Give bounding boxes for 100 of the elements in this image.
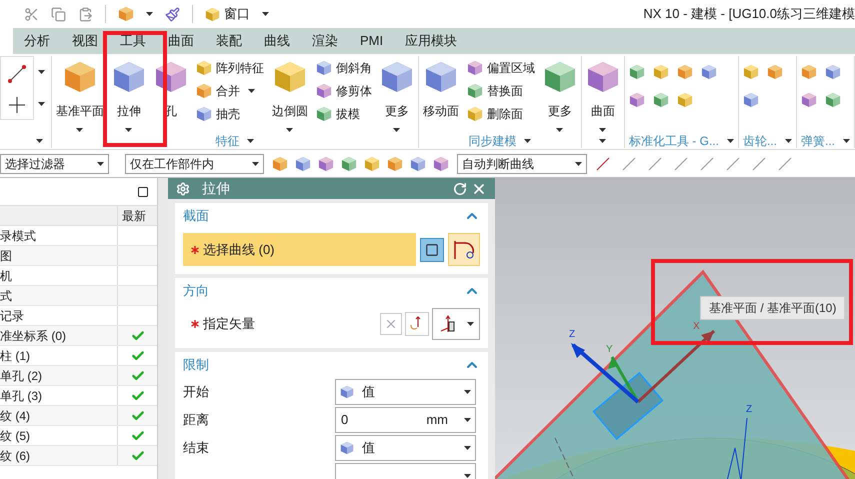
selection-tool-icon[interactable] [318, 156, 334, 172]
settings-icon[interactable] [176, 182, 190, 196]
selection-tool-icon[interactable] [387, 156, 403, 172]
curve-tool-icon[interactable] [777, 156, 793, 172]
sketch-icon[interactable] [420, 238, 444, 262]
ribbon-tab[interactable]: 曲面 [157, 28, 205, 54]
tree-row[interactable]: 机 [0, 266, 157, 286]
tree-row[interactable]: 录模式 [0, 226, 157, 246]
selection-tool-icon[interactable] [341, 156, 357, 172]
curve-tool-icon[interactable] [751, 156, 767, 172]
ribbon-button[interactable]: 倒斜角 [316, 58, 372, 78]
copy-icon[interactable] [51, 6, 66, 22]
section-title[interactable]: 方向 [183, 281, 209, 301]
selection-tool-icon[interactable] [295, 156, 311, 172]
caret-icon[interactable] [146, 12, 153, 16]
plus-icon[interactable] [9, 96, 25, 112]
tool-icon[interactable] [800, 64, 817, 80]
caret-icon[interactable] [524, 139, 532, 143]
window-menu[interactable]: 窗口 [205, 4, 250, 24]
ribbon-tab[interactable]: 工具 [109, 28, 157, 54]
ribbon-button[interactable]: 替换面 [466, 81, 535, 101]
tree-row[interactable]: 准坐标系 (0) [0, 326, 157, 346]
caret-icon[interactable] [262, 12, 269, 16]
curve-tool-icon[interactable] [621, 156, 637, 172]
curve-tool-icon[interactable] [673, 156, 689, 172]
tree-row[interactable]: 纹 (4) [0, 406, 157, 426]
curve-tool-icon[interactable] [595, 156, 611, 172]
selection-tool-icon[interactable] [364, 156, 380, 172]
caret-icon[interactable] [464, 390, 471, 394]
ribbon-button[interactable]: 基准平面 [52, 56, 108, 132]
ribbon-tab[interactable]: 分析 [13, 28, 61, 54]
caret-icon[interactable] [97, 162, 104, 166]
caret-icon[interactable] [556, 128, 564, 132]
caret-icon[interactable] [248, 89, 255, 93]
ribbon-button[interactable]: 更多 [376, 56, 418, 132]
curve-icon[interactable] [448, 233, 480, 266]
caret-icon[interactable] [36, 139, 43, 143]
caret-icon[interactable] [125, 128, 132, 132]
section-title[interactable]: 限制 [183, 355, 209, 375]
caret-icon[interactable] [247, 139, 254, 143]
tool-icon[interactable] [824, 92, 841, 108]
ribbon-tab[interactable]: 视图 [61, 28, 109, 54]
tool-icon[interactable] [652, 64, 669, 80]
section-title[interactable]: 截面 [183, 206, 209, 226]
caret-icon[interactable] [76, 128, 84, 132]
ribbon-button[interactable]: 拔模 [316, 104, 372, 124]
ribbon-button[interactable]: 修剪体 [316, 81, 372, 101]
filter-dropdown[interactable]: 选择过滤器 [0, 154, 109, 174]
tool-icon[interactable] [676, 64, 693, 80]
caret-icon[interactable] [575, 162, 582, 166]
tool-icon[interactable] [766, 64, 783, 80]
curve-tool-icon[interactable] [647, 156, 663, 172]
caret-icon[interactable] [726, 139, 734, 143]
ribbon-button[interactable]: 更多 [538, 56, 581, 132]
tree-row[interactable]: 纹 (5) [0, 426, 157, 446]
ribbon-tab[interactable]: 应用模块 [394, 28, 468, 54]
selection-tool-icon[interactable] [410, 156, 426, 172]
scope-dropdown[interactable]: 仅在工作部件内 [125, 154, 264, 174]
caret-icon[interactable] [464, 474, 471, 478]
paste-icon[interactable] [78, 6, 93, 22]
curve-tool-icon[interactable] [699, 156, 715, 172]
selection-tool-icon[interactable] [272, 156, 288, 172]
tree-row[interactable]: 单孔 (3) [0, 386, 157, 406]
tool-icon[interactable] [824, 64, 841, 80]
ribbon-tab[interactable]: 装配 [205, 28, 253, 54]
vector-icon[interactable] [405, 312, 429, 336]
selection-row[interactable]: 选择曲线 (0) [183, 233, 416, 266]
caret-icon[interactable] [464, 446, 471, 450]
ribbon-button[interactable]: 拉伸 [108, 56, 150, 132]
ribbon-tab[interactable]: 曲线 [253, 28, 301, 54]
ribbon-button[interactable]: 删除面 [466, 104, 535, 124]
tool-icon[interactable] [628, 92, 645, 108]
curve-tool-icon[interactable] [725, 156, 741, 172]
caret-icon[interactable] [784, 139, 792, 143]
caret-icon[interactable] [286, 128, 294, 132]
ribbon-button[interactable]: 偏置区域 [466, 58, 535, 78]
caret-icon[interactable] [843, 139, 850, 143]
tree-row[interactable]: 图 [0, 246, 157, 266]
caret-icon[interactable] [599, 128, 606, 132]
ribbon-tab[interactable]: PMI [349, 28, 394, 54]
ribbon-button[interactable]: 抽壳 [196, 104, 264, 124]
curve-rule-dropdown[interactable]: 自动判断曲线 [457, 154, 587, 174]
ribbon-button[interactable]: 曲面 [582, 56, 624, 132]
ribbon-button[interactable]: 合并 [196, 81, 264, 101]
tree-row[interactable]: 单孔 (2) [0, 366, 157, 386]
tool-icon[interactable] [700, 64, 717, 80]
tool-icon[interactable] [742, 92, 759, 108]
caret-icon[interactable] [464, 418, 471, 422]
ribbon-button[interactable]: 边倒圆 [268, 56, 312, 132]
dropdown-field[interactable]: 值 [335, 379, 476, 405]
ribbon-tab[interactable]: 渲染 [301, 28, 349, 54]
number-field[interactable]: 0 mm [335, 407, 476, 433]
cut-icon[interactable] [24, 6, 39, 22]
reset-icon[interactable] [453, 182, 467, 196]
tree-row[interactable]: 纹 (6) [0, 446, 157, 466]
tree-row[interactable]: 式 [0, 286, 157, 306]
tool-icon[interactable] [742, 64, 759, 80]
caret-icon[interactable] [599, 139, 606, 143]
caret-icon[interactable] [393, 128, 400, 132]
brush-icon[interactable] [165, 6, 180, 22]
